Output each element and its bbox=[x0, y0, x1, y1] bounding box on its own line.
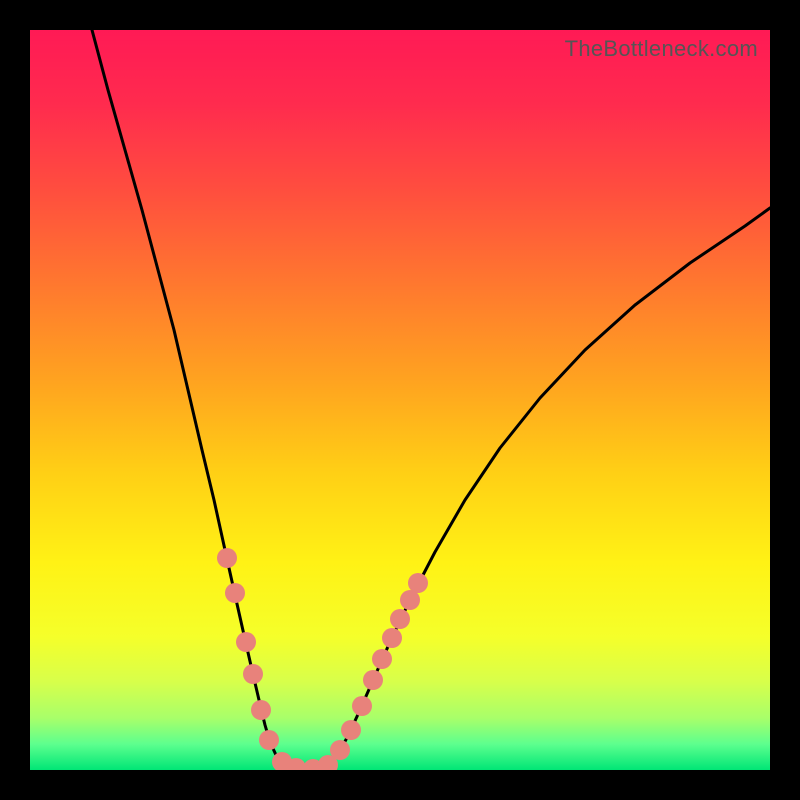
chart-svg bbox=[30, 30, 770, 770]
data-marker bbox=[408, 573, 428, 593]
marker-group-left bbox=[217, 548, 306, 770]
data-marker bbox=[352, 696, 372, 716]
outer-frame: TheBottleneck.com bbox=[0, 0, 800, 800]
marker-group-right bbox=[303, 573, 428, 770]
data-marker bbox=[382, 628, 402, 648]
data-marker bbox=[341, 720, 361, 740]
data-marker bbox=[225, 583, 245, 603]
data-marker bbox=[330, 740, 350, 760]
data-marker bbox=[236, 632, 256, 652]
data-marker bbox=[217, 548, 237, 568]
watermark-text: TheBottleneck.com bbox=[565, 36, 758, 62]
data-marker bbox=[259, 730, 279, 750]
data-marker bbox=[390, 609, 410, 629]
data-marker bbox=[243, 664, 263, 684]
data-marker bbox=[251, 700, 271, 720]
curve-right-branch bbox=[322, 208, 770, 768]
data-marker bbox=[372, 649, 392, 669]
curve-left-branch bbox=[92, 30, 292, 768]
plot-area: TheBottleneck.com bbox=[30, 30, 770, 770]
data-marker bbox=[363, 670, 383, 690]
data-marker bbox=[400, 590, 420, 610]
